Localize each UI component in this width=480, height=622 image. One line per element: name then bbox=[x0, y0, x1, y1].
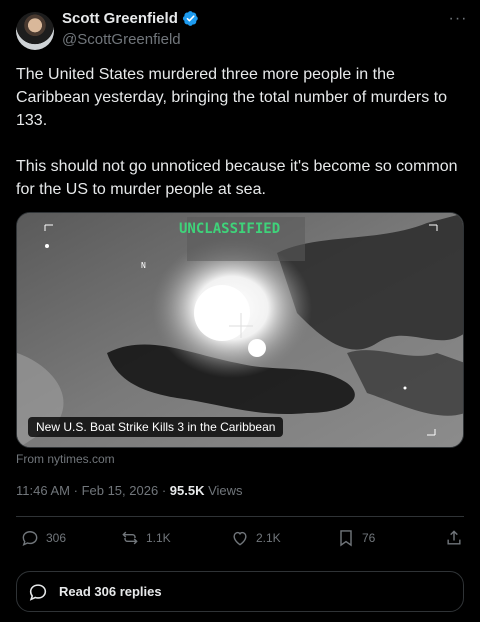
like-count: 2.1K bbox=[256, 531, 281, 545]
read-replies-label: Read 306 replies bbox=[59, 584, 162, 599]
tweet-date[interactable]: Feb 15, 2026 bbox=[82, 483, 159, 498]
like-icon bbox=[233, 531, 247, 546]
meta-separator: · bbox=[73, 483, 78, 498]
read-replies-button[interactable]: Read 306 replies bbox=[16, 571, 464, 612]
reply-button[interactable]: 306 bbox=[20, 528, 66, 548]
repost-button[interactable]: 1.1K bbox=[120, 528, 171, 548]
reply-count: 306 bbox=[46, 531, 67, 545]
author-name-row: Scott Greenfield bbox=[62, 10, 199, 27]
action-bar: 306 1.1K 2.1K 76 bbox=[16, 528, 464, 552]
reply-icon bbox=[22, 531, 38, 546]
replies-bubble-icon bbox=[29, 583, 47, 601]
compass-label: N bbox=[141, 261, 146, 270]
tweet-meta: 11:46 AM · Feb 15, 2026 · 95.5K Views bbox=[16, 483, 243, 498]
media-caption: New U.S. Boat Strike Kills 3 in the Cari… bbox=[28, 417, 284, 437]
avatar[interactable] bbox=[16, 12, 54, 50]
like-button[interactable]: 2.1K bbox=[230, 528, 281, 548]
link-source[interactable]: From nytimes.com bbox=[16, 452, 115, 466]
share-button[interactable] bbox=[444, 528, 464, 548]
views-count: 95.5K bbox=[169, 483, 205, 498]
bookmark-count: 76 bbox=[362, 531, 376, 545]
repost-count: 1.1K bbox=[146, 531, 171, 545]
unclassified-overlay: UNCLASSIFIED bbox=[179, 221, 281, 237]
author-handle[interactable]: @ScottGreenfield bbox=[62, 31, 181, 48]
bookmark-button[interactable]: 76 bbox=[336, 528, 375, 548]
tweet-header: Scott Greenfield @ScottGreenfield ··· bbox=[16, 10, 468, 50]
meta-separator: · bbox=[161, 483, 167, 498]
bookmark-icon bbox=[340, 530, 352, 547]
tweet-text: The United States murdered three more pe… bbox=[16, 66, 458, 198]
verified-badge-icon[interactable] bbox=[182, 10, 199, 27]
views-label: Views bbox=[208, 483, 243, 498]
strike-video-still bbox=[17, 213, 463, 447]
divider bbox=[16, 516, 464, 517]
author-name[interactable]: Scott Greenfield bbox=[62, 10, 178, 27]
tweet-time[interactable]: 11:46 AM bbox=[16, 483, 70, 498]
repost-icon bbox=[122, 531, 138, 545]
share-icon bbox=[447, 530, 461, 545]
media-card[interactable]: UNCLASSIFIED N New U.S. Boat Strike Kill… bbox=[16, 212, 464, 448]
more-icon[interactable]: ··· bbox=[448, 11, 468, 32]
